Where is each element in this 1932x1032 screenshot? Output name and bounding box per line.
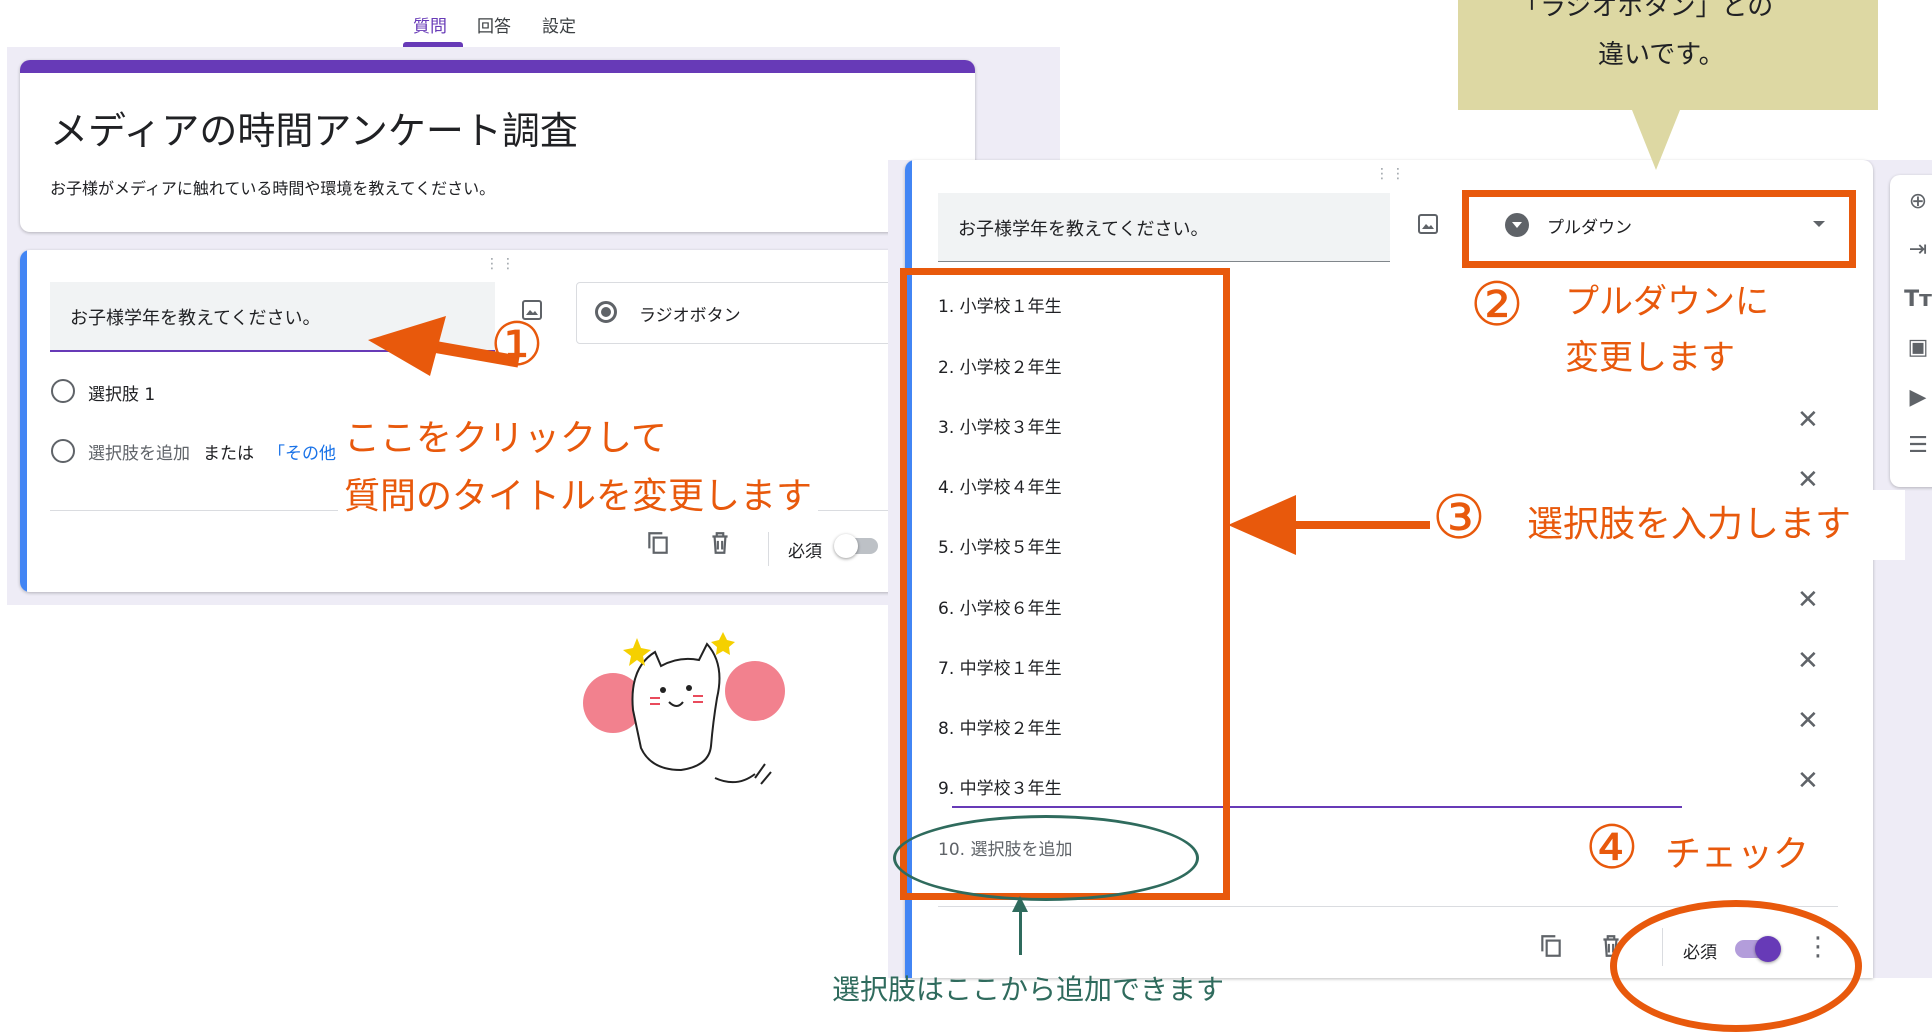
add-option-button[interactable]: 選択肢を追加 [88,439,190,464]
remove-option-icon[interactable]: ✕ [1797,646,1819,676]
drag-handle-icon[interactable]: ⋮⋮ [1375,166,1407,182]
remove-option-icon[interactable]: ✕ [1797,405,1819,435]
add-circle-icon[interactable]: ⊕ [1904,189,1932,214]
callout-line1: 「ラジオボタン」との [1514,0,1774,22]
radio-button-icon [595,301,617,323]
annotation-box-dropdown [1462,190,1856,268]
video-icon[interactable]: ▶ [1904,385,1932,410]
theme-bar [20,60,975,73]
annotation-ellipse-add-option [893,815,1199,901]
annotation-circle-required [1610,900,1862,1032]
annotation-arrow-head [1228,495,1296,555]
title-text-icon[interactable]: Tт [1904,287,1932,312]
annotation-step3-text: 選択肢を入力します [1527,504,1852,545]
annotation-click-line2: 質問のタイトルを変更します [344,476,813,517]
drag-handle-icon[interactable]: ⋮⋮ [485,256,517,272]
annotation-click-text: ここをクリックして 質問のタイトルを変更します [338,410,819,526]
annotation-step1-number: ① [490,310,544,380]
annotation-step2-text: プルダウンに 変更します [1565,274,1769,386]
copy-icon[interactable] [645,530,671,556]
annotation-add-hint: 選択肢はここから追加できます [832,973,1225,1006]
tab-responses[interactable]: 回答 [477,12,511,37]
tab-settings[interactable]: 設定 [542,12,576,37]
tab-questions[interactable]: 質問 [413,12,447,37]
annotation-step2-line1: プルダウンに [1565,282,1769,322]
remove-option-icon[interactable]: ✕ [1797,585,1819,615]
annotation-step3-number: ③ [1432,483,1486,553]
callout-line2: 違いです。 [1598,40,1725,70]
remove-option-icon[interactable]: ✕ [1797,706,1819,736]
annotation-step4-text: チェック [1665,834,1810,875]
image-icon[interactable]: ▣ [1904,335,1932,360]
image-icon[interactable] [1416,212,1440,236]
callout-tail [1632,110,1680,170]
trash-icon[interactable] [707,530,733,556]
annotation-step2-line2: 変更します [1565,338,1735,378]
question-title-text: お子様学年を教えてください。 [958,219,1209,240]
annotation-arrow-shaft [1019,910,1022,955]
question-title-input[interactable]: お子様学年を教えてください。 [938,193,1390,262]
annotation-step2-number: ② [1470,270,1524,340]
annotation-arrow-head [368,316,446,376]
annotation-arrow-shaft [1295,521,1430,529]
remove-option-icon[interactable]: ✕ [1797,766,1819,796]
toggle-knob [834,534,858,558]
form-description[interactable]: お子様がメディアに触れている時間や環境を教えてください。 [50,175,495,199]
active-question-bar [20,250,27,592]
copy-icon[interactable] [1538,933,1564,959]
cheering-cat-illustration [583,632,785,785]
required-toggle[interactable] [834,534,878,558]
floating-toolbar: ⊕ ⇥ Tт ▣ ▶ ☰ [1890,175,1932,487]
annotation-box-options [900,268,1230,900]
question-type-label: ラジオボタン [639,306,741,326]
radio-icon [51,439,75,463]
add-option-or-text: または [203,444,254,464]
required-label: 必須 [788,542,822,562]
import-icon[interactable]: ⇥ [1904,237,1932,262]
toolbar-separator [768,532,769,566]
question-title-text: お子様学年を教えてください。 [70,308,321,329]
annotation-click-line1: ここをクリックして [344,418,667,459]
add-other-link[interactable]: 「その他 [268,439,336,464]
form-tabs: 質問 回答 設定 [0,0,1060,47]
form-title[interactable]: メディアの時間アンケート調査 [50,100,578,155]
annotation-step4-number: ④ [1585,813,1639,883]
option-1-input[interactable]: 選択肢 1 [88,380,155,405]
form-title-card[interactable]: メディアの時間アンケート調査 お子様がメディアに触れている時間や環境を教えてくだ… [20,60,975,232]
section-icon[interactable]: ☰ [1904,433,1932,458]
radio-icon [51,379,75,403]
